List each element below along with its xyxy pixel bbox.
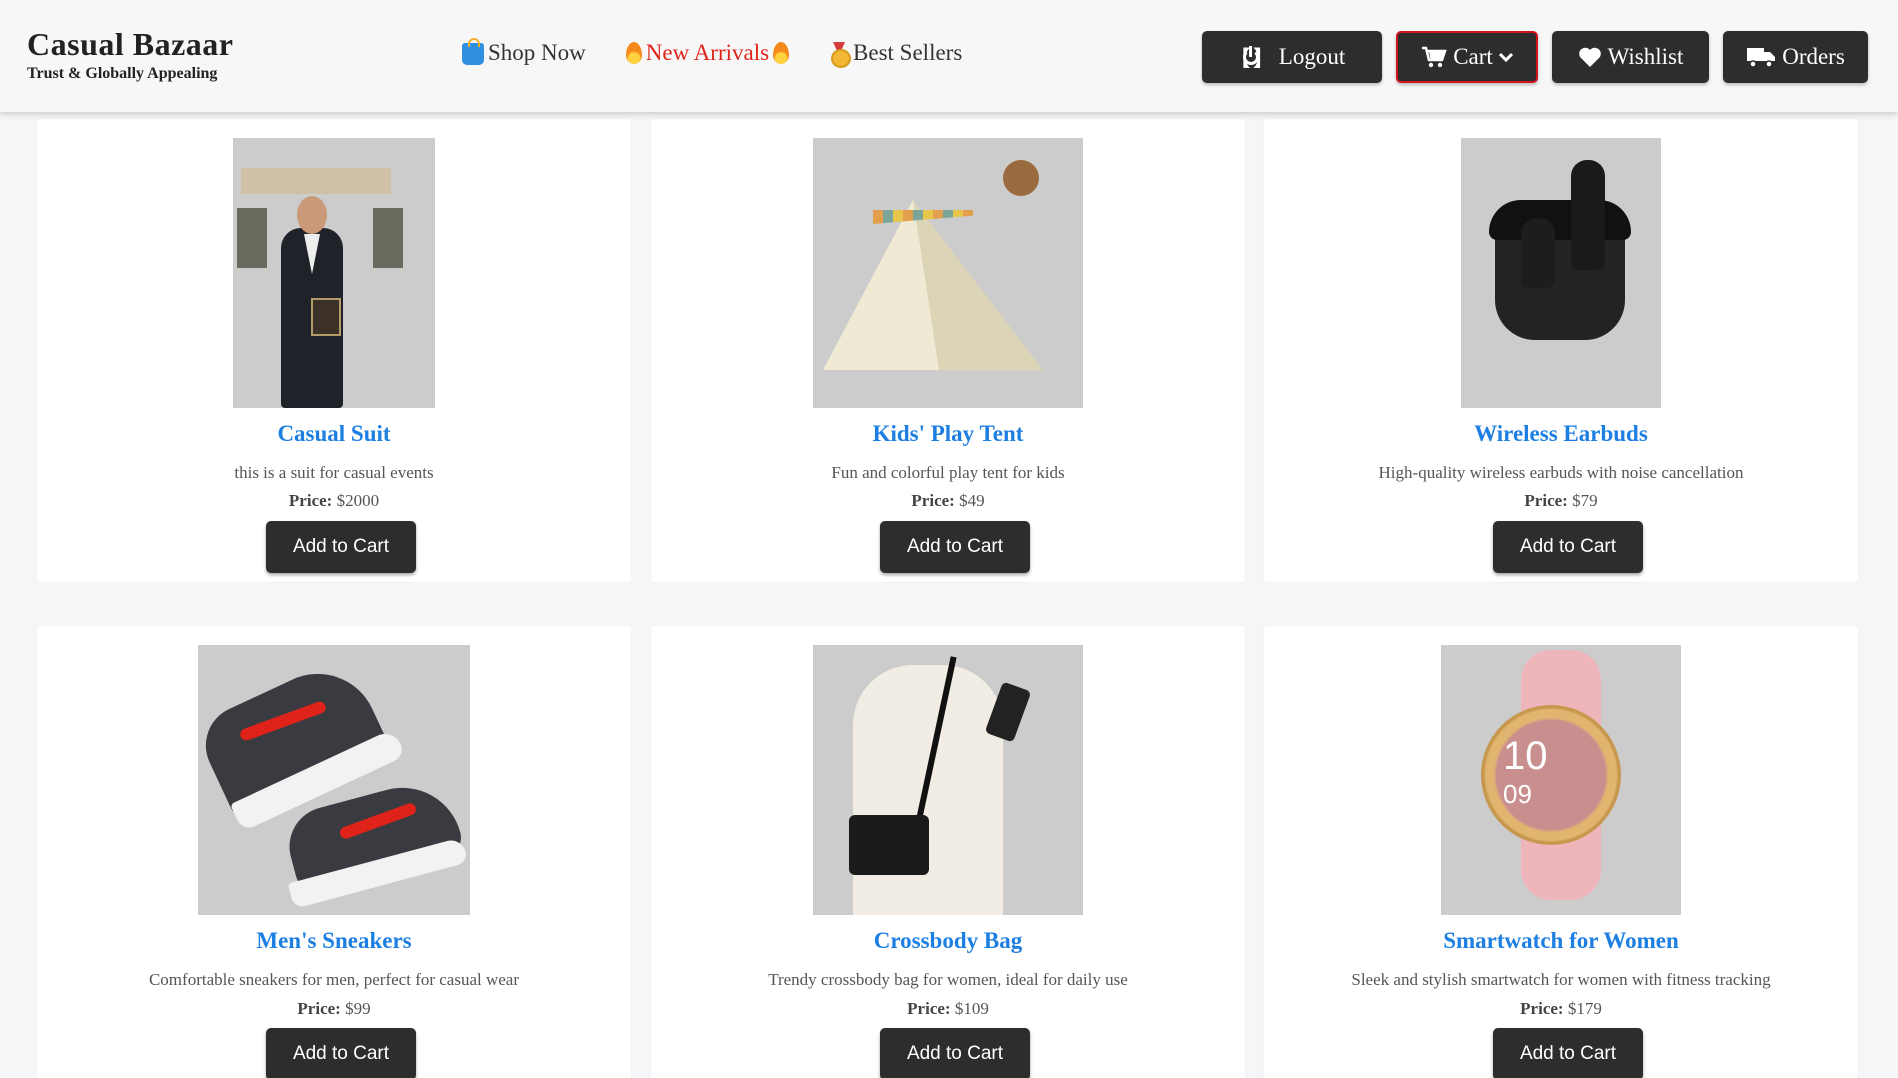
brand-tagline: Trust & Globally Appealing (27, 65, 218, 82)
nav-best-sellers-label: Best Sellers (853, 40, 963, 65)
product-price: Price: $49 (911, 491, 985, 510)
brand[interactable]: Casual Bazaar Trust & Globally Appealing (27, 24, 234, 84)
nav-shop-now[interactable]: Shop Now (462, 38, 586, 66)
orders-button[interactable]: Orders (1723, 31, 1868, 83)
product-description: High-quality wireless earbuds with noise… (1378, 463, 1744, 482)
product-price: Price: $79 (1524, 491, 1598, 510)
header-actions: Logout Cart Wishlist (1202, 31, 1868, 83)
brand-title[interactable]: Casual Bazaar (27, 24, 234, 64)
logout-label: Logout (1278, 44, 1346, 69)
top-header: Casual Bazaar Trust & Globally Appealing… (0, 0, 1898, 112)
fire-icon (773, 42, 790, 64)
nav-best-sellers[interactable]: Best Sellers (829, 40, 963, 68)
wishlist-label: Wishlist (1607, 44, 1684, 69)
product-description: Comfortable sneakers for men, perfect fo… (148, 970, 520, 989)
product-card: Kids' Play Tent Fun and colorful play te… (651, 119, 1245, 582)
add-to-cart-button[interactable]: Add to Cart (880, 521, 1030, 573)
product-price: Price: $99 (297, 999, 371, 1018)
shopping-bag-icon (462, 38, 484, 65)
product-image-casual-suit[interactable] (233, 138, 435, 408)
truck-icon (1747, 48, 1776, 68)
product-description: this is a suit for casual events (234, 463, 434, 482)
product-grid: Casual Suit this is a suit for casual ev… (0, 112, 1898, 1078)
add-to-cart-button[interactable]: Add to Cart (880, 1028, 1030, 1078)
product-description: Fun and colorful play tent for kids (831, 463, 1065, 482)
product-title[interactable]: Wireless Earbuds (1264, 421, 1858, 447)
product-image-smartwatch[interactable]: 10 09 (1441, 645, 1681, 915)
cart-label: Cart (1453, 44, 1493, 69)
medal-icon (829, 42, 852, 68)
product-image-crossbody-bag[interactable] (813, 645, 1083, 915)
product-card: Casual Suit this is a suit for casual ev… (37, 119, 631, 582)
shopping-cart-icon (1422, 46, 1447, 68)
product-image-wireless-earbuds[interactable] (1461, 138, 1661, 408)
main-nav: Shop Now New Arrivals Best Sellers (462, 38, 963, 68)
product-price: Price: $109 (907, 999, 989, 1018)
wishlist-button[interactable]: Wishlist (1552, 31, 1709, 83)
orders-label: Orders (1782, 44, 1845, 69)
power-icon (1229, 41, 1275, 73)
product-card: 10 09 Smartwatch for Women Sleek and sty… (1264, 626, 1858, 1078)
nav-new-arrivals-label: New Arrivals (645, 40, 770, 65)
logout-button[interactable]: Logout (1202, 31, 1382, 83)
add-to-cart-button[interactable]: Add to Cart (266, 1028, 416, 1078)
add-to-cart-button[interactable]: Add to Cart (266, 521, 416, 573)
product-price: Price: $179 (1520, 999, 1602, 1018)
product-title[interactable]: Smartwatch for Women (1264, 928, 1858, 954)
product-title[interactable]: Kids' Play Tent (651, 421, 1245, 447)
product-description: Trendy crossbody bag for women, ideal fo… (768, 970, 1128, 989)
nav-shop-now-label: Shop Now (488, 40, 586, 65)
product-title[interactable]: Men's Sneakers (37, 928, 631, 954)
product-card: Wireless Earbuds High-quality wireless e… (1264, 119, 1858, 582)
product-image-kids-play-tent[interactable] (813, 138, 1083, 408)
heart-icon (1578, 47, 1601, 67)
product-price: Price: $2000 (288, 491, 380, 510)
building-sign (241, 168, 391, 194)
chevron-down-icon (1498, 52, 1513, 62)
add-to-cart-button[interactable]: Add to Cart (1493, 1028, 1643, 1078)
product-image-mens-sneakers[interactable] (198, 645, 470, 915)
product-title[interactable]: Casual Suit (37, 421, 631, 447)
cart-dropdown-button[interactable]: Cart (1396, 31, 1538, 83)
add-to-cart-button[interactable]: Add to Cart (1493, 521, 1643, 573)
product-description: Sleek and stylish smartwatch for women w… (1351, 970, 1771, 989)
watch-time-display: 10 09 (1503, 734, 1548, 809)
product-card: Crossbody Bag Trendy crossbody bag for w… (651, 626, 1245, 1078)
fire-icon (625, 42, 642, 64)
product-title[interactable]: Crossbody Bag (651, 928, 1245, 954)
product-card: Men's Sneakers Comfortable sneakers for … (37, 626, 631, 1078)
nav-new-arrivals[interactable]: New Arrivals (625, 40, 790, 66)
